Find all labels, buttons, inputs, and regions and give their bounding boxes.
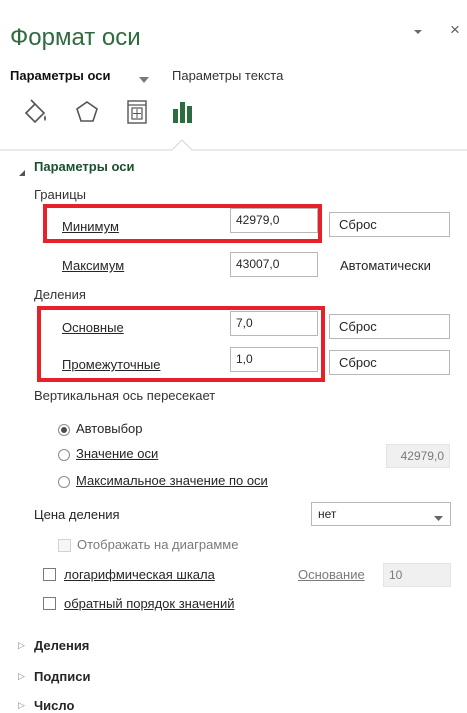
section-labels[interactable]: Подписи bbox=[34, 669, 90, 684]
tab-axis-options-chevron-icon[interactable] bbox=[139, 72, 149, 90]
chevron-down-icon bbox=[434, 511, 443, 525]
pane-title: Формат оси bbox=[10, 24, 141, 51]
show-units-on-chart-label: Отображать на диаграмме bbox=[77, 537, 239, 552]
reverse-order-label[interactable]: обратный порядок значений bbox=[64, 596, 235, 611]
units-group-label: Деления bbox=[34, 287, 86, 302]
log-scale-label[interactable]: логарифмическая шкала bbox=[64, 567, 215, 582]
crosses-max-radio[interactable] bbox=[58, 476, 70, 488]
crosses-auto-radio[interactable] bbox=[58, 424, 70, 436]
display-units-label: Цена деления bbox=[34, 507, 120, 522]
minor-unit-reset-button[interactable]: Сброс bbox=[329, 350, 450, 375]
section-tick-marks[interactable]: Деления bbox=[34, 638, 89, 653]
crosses-value-radio[interactable] bbox=[58, 449, 70, 461]
highlight-box-minimum bbox=[43, 204, 322, 243]
size-properties-icon[interactable] bbox=[122, 97, 152, 127]
crosses-value-input[interactable]: 42979,0 bbox=[386, 444, 450, 468]
bounds-group-label: Границы bbox=[34, 187, 86, 202]
crosses-value-label[interactable]: Значение оси bbox=[76, 446, 158, 461]
major-unit-reset-button[interactable]: Сброс bbox=[329, 314, 450, 339]
crosses-max-label[interactable]: Максимальное значение по оси bbox=[76, 473, 268, 488]
bar-chart-icon[interactable] bbox=[168, 97, 198, 127]
section-labels-expand-icon[interactable]: ▷ bbox=[18, 671, 25, 682]
log-base-label: Основание bbox=[298, 567, 365, 582]
maximum-auto-label: Автоматически bbox=[340, 258, 431, 273]
reverse-order-checkbox[interactable] bbox=[43, 597, 56, 610]
maximum-label: Максимум bbox=[62, 258, 125, 273]
display-units-selected: нет bbox=[318, 507, 337, 521]
section-axis-options-title[interactable]: Параметры оси bbox=[34, 159, 134, 174]
highlight-box-units bbox=[37, 306, 325, 382]
log-base-input[interactable]: 10 bbox=[383, 563, 451, 587]
minimum-reset-button[interactable]: Сброс bbox=[329, 212, 450, 237]
tab-text-options[interactable]: Параметры текста bbox=[172, 68, 283, 83]
pentagon-icon[interactable] bbox=[72, 97, 102, 127]
display-units-dropdown[interactable]: нет bbox=[311, 502, 451, 526]
log-scale-checkbox[interactable] bbox=[43, 568, 56, 581]
pane-options-chevron-icon[interactable] bbox=[410, 24, 426, 40]
crosses-group-label: Вертикальная ось пересекает bbox=[34, 388, 216, 403]
tab-axis-options[interactable]: Параметры оси bbox=[10, 68, 110, 83]
show-units-on-chart-checkbox[interactable] bbox=[58, 539, 71, 552]
maximum-input[interactable]: 43007,0 bbox=[230, 252, 318, 277]
section-number[interactable]: Число bbox=[34, 698, 74, 713]
paint-bucket-icon[interactable] bbox=[20, 97, 50, 127]
section-collapse-icon[interactable] bbox=[18, 164, 26, 182]
close-icon[interactable]: × bbox=[450, 20, 460, 40]
crosses-auto-label[interactable]: Автовыбор bbox=[76, 421, 143, 436]
section-number-expand-icon[interactable]: ▷ bbox=[18, 700, 25, 711]
section-tick-marks-expand-icon[interactable]: ▷ bbox=[18, 640, 25, 651]
